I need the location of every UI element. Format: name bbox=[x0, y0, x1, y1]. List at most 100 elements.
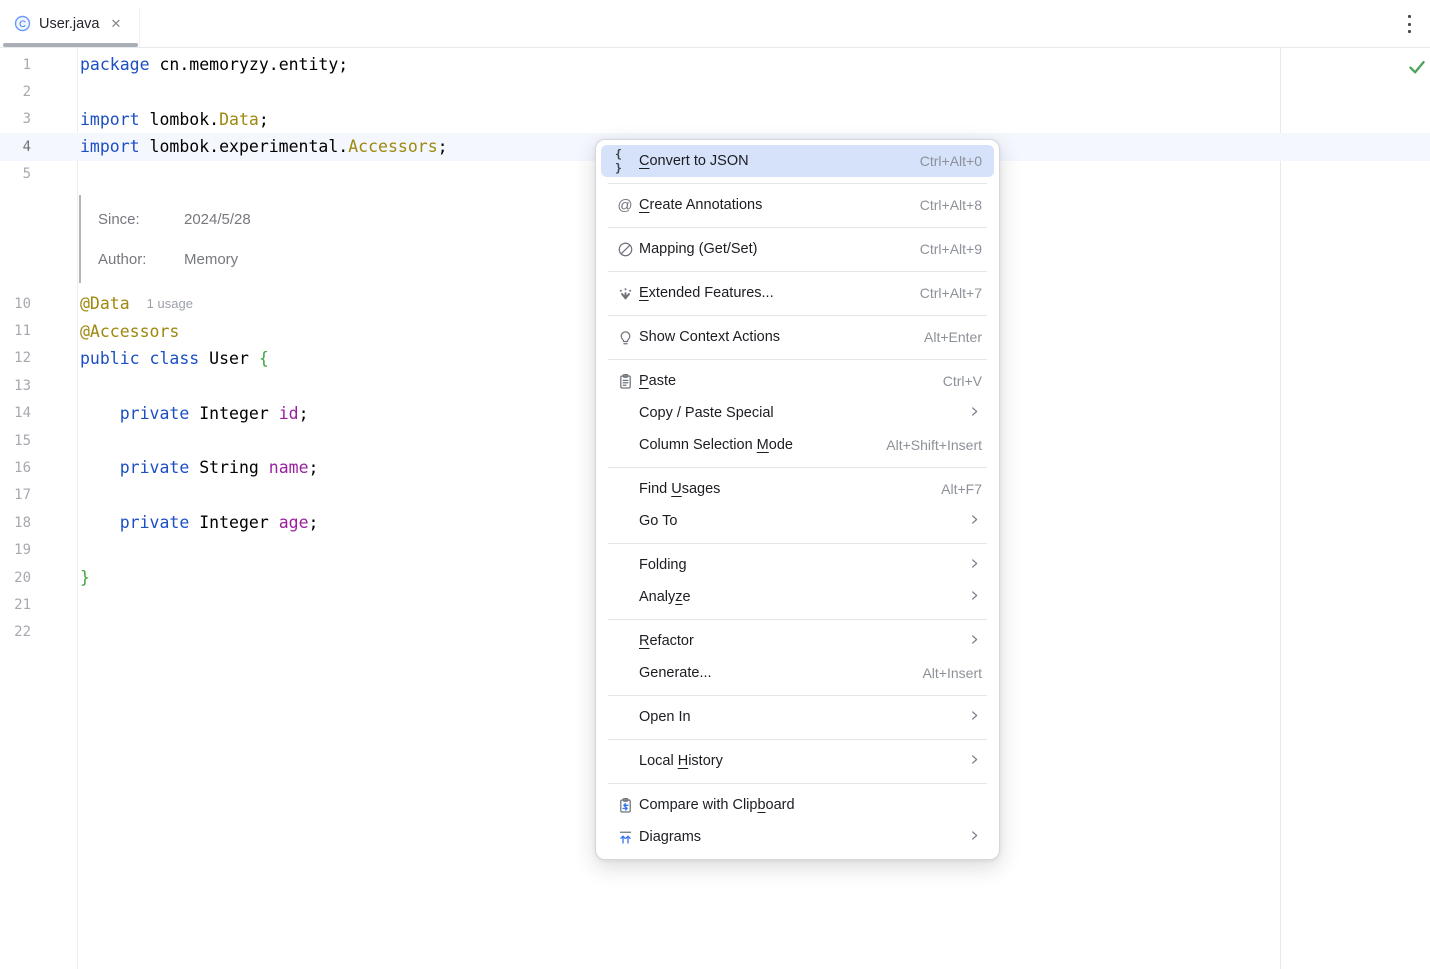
line-number[interactable]: 12 bbox=[0, 350, 77, 366]
menu-item-label: Create Annotations bbox=[639, 197, 762, 213]
line-number[interactable]: 16 bbox=[0, 460, 77, 476]
menu-item-extended-features[interactable]: Extended Features... Ctrl+Alt+7 bbox=[601, 277, 994, 309]
menu-item-go-to[interactable]: Go To bbox=[601, 505, 994, 537]
menu-item-right bbox=[967, 752, 982, 771]
line-number[interactable]: 20 bbox=[0, 570, 77, 586]
menu-item-column-selection-mode[interactable]: Column Selection ModeAlt+Shift+Insert bbox=[601, 429, 994, 461]
chevron-right-icon bbox=[967, 828, 982, 847]
menu-item-mapping-get-set[interactable]: Mapping (Get/Set)Ctrl+Alt+9 bbox=[601, 233, 994, 265]
label-text: ode bbox=[769, 437, 793, 453]
code-line-content: @Data1 usage bbox=[77, 294, 193, 313]
menu-item-shortcut: Ctrl+Alt+7 bbox=[920, 285, 982, 301]
menu-item-create-annotations[interactable]: @Create AnnotationsCtrl+Alt+8 bbox=[601, 189, 994, 221]
menu-item-compare-with-clipboard[interactable]: Compare with Clipboard bbox=[601, 789, 994, 821]
line-number[interactable]: 15 bbox=[0, 433, 77, 449]
line-number[interactable]: 18 bbox=[0, 515, 77, 531]
menu-item-generate[interactable]: Generate...Alt+Insert bbox=[601, 657, 994, 689]
more-options-kebab-icon[interactable] bbox=[1401, 13, 1417, 35]
code-token: Integer bbox=[199, 404, 278, 423]
menu-item-copy-paste-special[interactable]: Copy / Paste Special bbox=[601, 397, 994, 429]
no-icon bbox=[615, 752, 635, 770]
no-icon bbox=[615, 632, 635, 650]
menu-item-right bbox=[967, 828, 982, 847]
chevron-right-icon bbox=[967, 752, 982, 771]
kebab-dot bbox=[1408, 15, 1411, 18]
line-number[interactable]: 3 bbox=[0, 111, 77, 127]
menu-item-label: Extended Features... bbox=[639, 285, 774, 301]
doc-since-label: Since: bbox=[98, 211, 140, 228]
menu-item-paste[interactable]: PasteCtrl+V bbox=[601, 365, 994, 397]
menu-item-local-history[interactable]: Local History bbox=[601, 745, 994, 777]
menu-item-diagrams[interactable]: Diagrams bbox=[601, 821, 994, 853]
java-class-icon: C bbox=[14, 15, 31, 32]
kebab-dot bbox=[1408, 23, 1411, 26]
menu-item-label: Copy / Paste Special bbox=[639, 405, 774, 421]
menu-item-open-in[interactable]: Open In bbox=[601, 701, 994, 733]
code-token: } bbox=[80, 568, 90, 587]
menu-item-analyze[interactable]: Analyze bbox=[601, 581, 994, 613]
menu-item-right bbox=[967, 708, 982, 727]
menu-item-shortcut: Alt+Insert bbox=[922, 665, 982, 681]
green-check-icon[interactable] bbox=[1406, 56, 1428, 78]
leaf-icon bbox=[615, 240, 635, 258]
code-token: ; bbox=[309, 513, 319, 532]
menu-item-right: Ctrl+V bbox=[943, 373, 982, 389]
menu-item-label: Refactor bbox=[639, 633, 694, 649]
code-line[interactable]: 2 bbox=[0, 78, 1430, 105]
line-number[interactable]: 2 bbox=[0, 84, 77, 100]
label-mnemonic: C bbox=[639, 197, 649, 213]
code-line[interactable]: 1package cn.memoryzy.entity; bbox=[0, 51, 1430, 78]
menu-separator bbox=[608, 783, 987, 784]
menu-item-convert-to-json[interactable]: { }Convert to JSONCtrl+Alt+0 bbox=[601, 145, 994, 177]
usages-inlay-hint[interactable]: 1 usage bbox=[147, 296, 193, 311]
menu-item-right: Alt+Shift+Insert bbox=[886, 437, 982, 453]
menu-item-right: Ctrl+Alt+0 bbox=[920, 153, 982, 169]
menu-separator bbox=[608, 271, 987, 272]
label-text: istory bbox=[688, 753, 723, 769]
menu-item-right bbox=[967, 512, 982, 531]
menu-item-refactor[interactable]: Refactor bbox=[601, 625, 994, 657]
menu-item-label: Analyze bbox=[639, 589, 691, 605]
line-number[interactable]: 11 bbox=[0, 323, 77, 339]
tab-label: User.java bbox=[39, 16, 99, 32]
no-icon bbox=[615, 708, 635, 726]
line-number[interactable]: 17 bbox=[0, 487, 77, 503]
svg-text:C: C bbox=[19, 19, 26, 30]
line-number[interactable]: 1 bbox=[0, 57, 77, 73]
line-number[interactable]: 21 bbox=[0, 597, 77, 613]
menu-item-show-context-actions[interactable]: Show Context Actions Alt+Enter bbox=[601, 321, 994, 353]
line-number[interactable]: 4 bbox=[0, 139, 77, 155]
line-number[interactable]: 13 bbox=[0, 378, 77, 394]
label-text: Go To bbox=[639, 513, 677, 529]
line-number[interactable]: 10 bbox=[0, 296, 77, 312]
menu-item-shortcut: Alt+F7 bbox=[941, 481, 982, 497]
menu-item-label: Folding bbox=[639, 557, 687, 573]
tab-user-java[interactable]: C User.java ✕ bbox=[0, 0, 140, 47]
code-token: { bbox=[259, 349, 269, 368]
menu-item-shortcut: Alt+Enter bbox=[924, 329, 982, 345]
menu-item-label: Diagrams bbox=[639, 829, 701, 845]
label-mnemonic: M bbox=[757, 437, 769, 453]
code-token: package bbox=[80, 55, 159, 74]
line-number[interactable]: 19 bbox=[0, 542, 77, 558]
menu-item-find-usages[interactable]: Find UsagesAlt+F7 bbox=[601, 473, 994, 505]
code-line[interactable]: 3import lombok.Data; bbox=[0, 106, 1430, 133]
code-token: age bbox=[279, 513, 309, 532]
menu-item-folding[interactable]: Folding bbox=[601, 549, 994, 581]
diagrams-icon bbox=[615, 828, 635, 846]
chevron-right-icon bbox=[967, 632, 982, 651]
line-number[interactable]: 22 bbox=[0, 624, 77, 640]
line-number[interactable]: 14 bbox=[0, 405, 77, 421]
label-text: oard bbox=[766, 797, 795, 813]
menu-item-right: Alt+F7 bbox=[941, 481, 982, 497]
code-token bbox=[80, 404, 120, 423]
label-mnemonic: R bbox=[639, 633, 649, 649]
code-token: import bbox=[80, 137, 150, 156]
label-mnemonic: U bbox=[671, 481, 681, 497]
line-number[interactable]: 5 bbox=[0, 166, 77, 182]
code-token: Data bbox=[219, 110, 259, 129]
menu-item-label: Show Context Actions bbox=[639, 329, 780, 345]
code-token: cn.memoryzy.entity; bbox=[159, 55, 348, 74]
close-tab-icon[interactable]: ✕ bbox=[110, 17, 121, 30]
code-token: lombok. bbox=[150, 110, 220, 129]
